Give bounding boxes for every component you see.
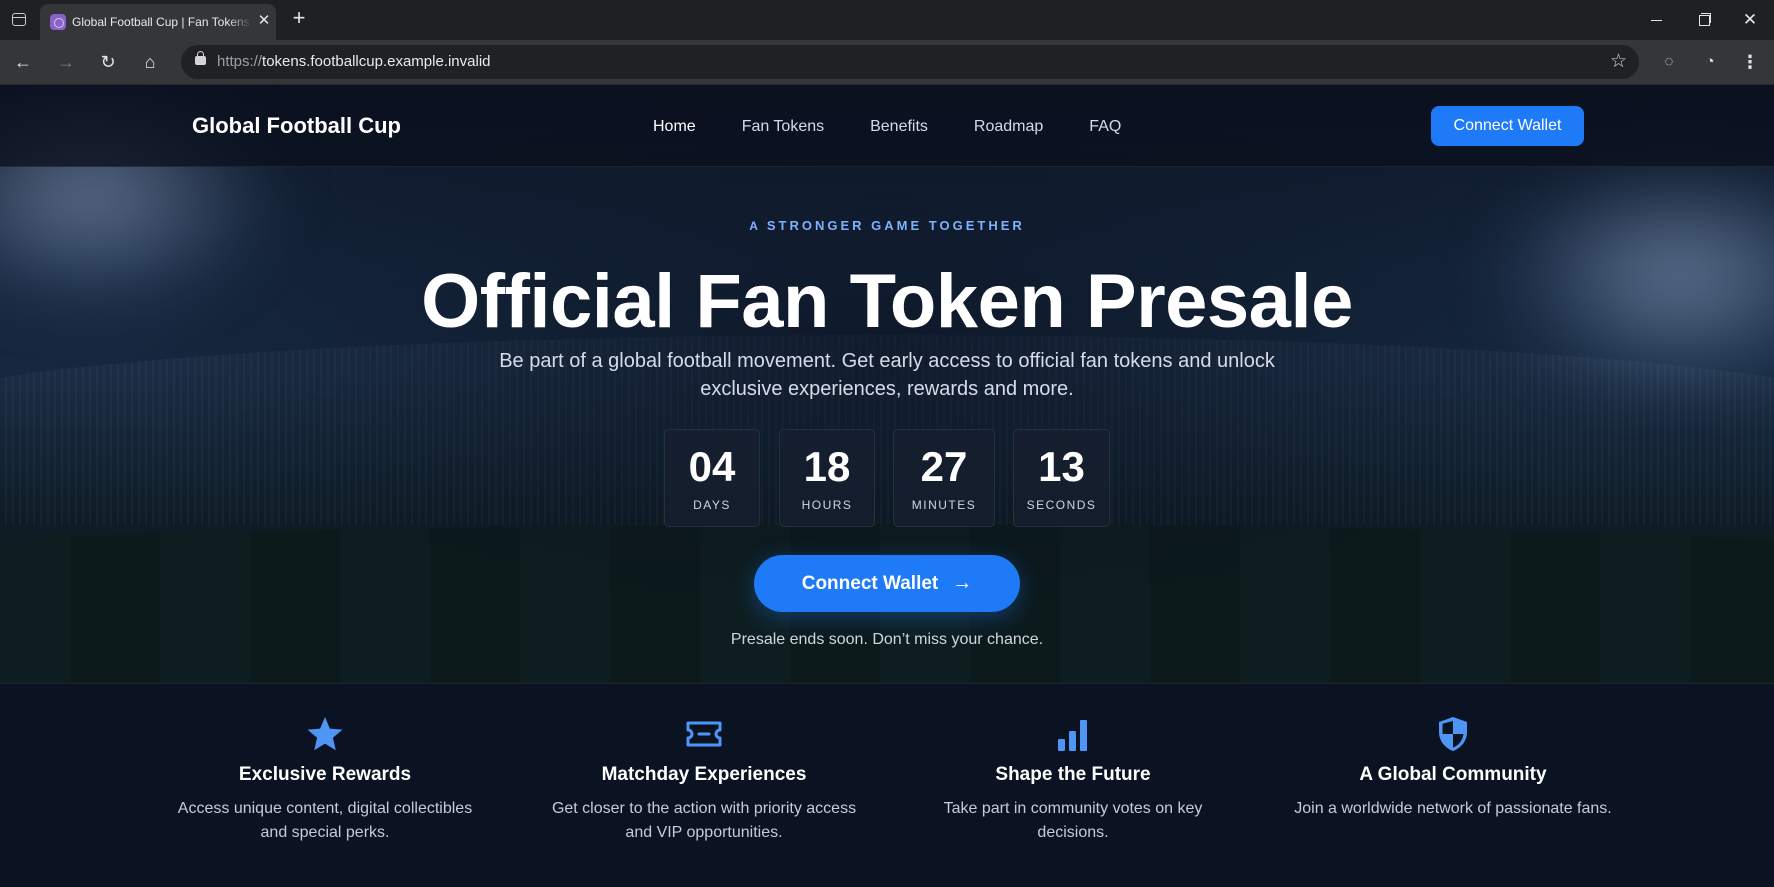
reload-icon[interactable]: ↻ (95, 49, 121, 75)
presale-note: Presale ends soon. Don’t miss your chanc… (730, 631, 1044, 648)
browser-tab[interactable]: Global Football Cup | Fan Tokens ✕ (40, 4, 276, 40)
feature-global-community: A Global Community Join a worldwide netw… (1273, 684, 1633, 887)
countdown-hours-label: HOURS (801, 498, 853, 512)
feature-title: Matchday Experiences (601, 764, 807, 785)
star-icon (307, 717, 343, 751)
countdown-seconds: 13 SECONDS (1013, 429, 1110, 527)
forward-icon[interactable]: → (53, 49, 79, 75)
features-section: Exclusive Rewards Access unique content,… (0, 683, 1774, 887)
feature-description: Access unique content, digital collectib… (177, 800, 473, 841)
browser-tab-bar: Global Football Cup | Fan Tokens ✕ + ✕ (0, 0, 1774, 40)
eyebrow-logo-icon: A (749, 219, 761, 233)
chat-icon[interactable]: ◌ (1657, 50, 1681, 74)
countdown-hours: 18 HOURS (779, 429, 875, 527)
hero-section: Global Football Cup Home Fan Tokens Bene… (0, 85, 1774, 683)
countdown-minutes: 27 MINUTES (893, 429, 995, 527)
shield-icon (1439, 717, 1467, 751)
tab-favicon-icon (50, 14, 66, 30)
hero-cta-label: Connect Wallet (801, 573, 939, 594)
new-tab-icon[interactable]: + (288, 7, 310, 29)
feature-title: Shape the Future (995, 764, 1151, 785)
presale-countdown: 04 DAYS 18 HOURS 27 MINUTES 13 SECONDS (664, 429, 1110, 527)
tab-title: Global Football Cup | Fan Tokens (72, 15, 252, 29)
feature-title: A Global Community (1359, 764, 1547, 785)
hero-connect-wallet-button[interactable]: Connect Wallet → (754, 555, 1020, 612)
restore-icon[interactable] (1692, 9, 1714, 31)
bar-chart-icon (1058, 720, 1087, 751)
countdown-seconds-value: 13 (1038, 443, 1085, 490)
nav-roadmap[interactable]: Roadmap (974, 118, 1043, 138)
hero-eyebrow: A STRONGER GAME TOGETHER (0, 218, 1774, 233)
nav-home[interactable]: Home (653, 118, 696, 138)
feature-matchday-experiences: Matchday Experiences Get closer to the a… (524, 684, 884, 887)
tab-close-icon[interactable]: ✕ (256, 13, 272, 29)
countdown-minutes-label: MINUTES (911, 498, 977, 512)
site-header: Global Football Cup Home Fan Tokens Bene… (0, 85, 1774, 167)
nav-fan-tokens[interactable]: Fan Tokens (742, 118, 824, 138)
minimize-icon[interactable] (1645, 9, 1667, 31)
url-scheme: https:// (217, 53, 263, 70)
countdown-seconds-label: SECONDS (1026, 498, 1097, 512)
home-icon[interactable]: ⌂ (137, 49, 163, 75)
lock-icon[interactable] (195, 51, 206, 65)
feature-description: Join a worldwide network of passionate f… (1294, 800, 1612, 817)
url-host: tokens.footballcup.example.invalid (262, 53, 491, 70)
feature-description: Get closer to the action with priority a… (551, 800, 857, 841)
window-close-icon[interactable]: ✕ (1739, 9, 1761, 31)
countdown-days-value: 04 (688, 443, 736, 490)
address-bar[interactable]: https://tokens.footballcup.example.inval… (181, 45, 1639, 79)
countdown-hours-value: 18 (803, 443, 851, 490)
countdown-minutes-value: 27 (920, 443, 968, 490)
eyebrow-text: STRONGER GAME TOGETHER (766, 218, 1025, 233)
bookmark-star-icon[interactable]: ☆ (1610, 50, 1627, 73)
feature-title: Exclusive Rewards (238, 764, 412, 785)
main-nav: Home Fan Tokens Benefits Roadmap FAQ (653, 118, 1121, 138)
browser-toolbar: ← → ↻ ⌂ https://tokens.footballcup.examp… (0, 40, 1774, 85)
nav-faq[interactable]: FAQ (1089, 118, 1121, 138)
ticket-icon (686, 721, 722, 747)
feature-description: Take part in community votes on key deci… (943, 800, 1203, 841)
feature-shape-the-future: Shape the Future Take part in community … (893, 684, 1253, 887)
feature-exclusive-rewards: Exclusive Rewards Access unique content,… (145, 684, 505, 887)
hero-subline: Be part of a global football movement. G… (499, 350, 1275, 400)
countdown-days: 04 DAYS (664, 429, 760, 527)
hero-headline: Official Fan Token Presale (421, 259, 1353, 344)
url-text[interactable]: https://tokens.footballcup.example.inval… (217, 53, 491, 70)
menu-kebab-icon[interactable]: ⋮ (1738, 50, 1762, 74)
site-brand[interactable]: Global Football Cup (192, 113, 401, 139)
header-connect-wallet-button[interactable]: Connect Wallet (1431, 106, 1584, 146)
back-icon[interactable]: ← (10, 49, 36, 75)
account-icon[interactable]: ◔ (1698, 50, 1722, 74)
arrow-right-icon: → (952, 572, 973, 594)
nav-benefits[interactable]: Benefits (870, 118, 928, 138)
tab-search-icon[interactable] (12, 13, 26, 26)
countdown-days-label: DAYS (693, 498, 731, 512)
web-page: Global Football Cup Home Fan Tokens Bene… (0, 85, 1774, 887)
